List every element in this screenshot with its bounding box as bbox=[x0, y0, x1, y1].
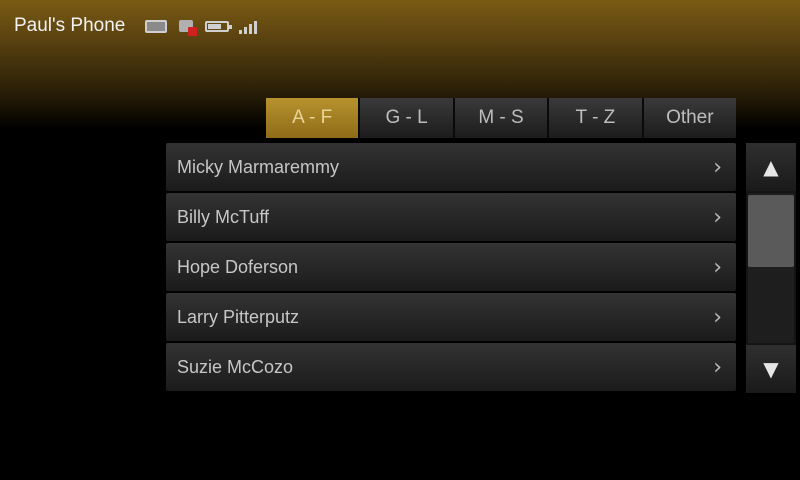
sms-icon bbox=[145, 16, 168, 36]
tab-g-l[interactable]: G - L bbox=[360, 98, 455, 138]
contact-row[interactable]: Billy McTuff › bbox=[166, 193, 736, 241]
contact-row[interactable]: Suzie McCozo › bbox=[166, 343, 736, 391]
phone-name: Paul's Phone bbox=[14, 15, 126, 36]
contact-row[interactable]: Hope Doferson › bbox=[166, 243, 736, 291]
chevron-right-icon: › bbox=[713, 304, 722, 330]
tab-other[interactable]: Other bbox=[643, 98, 737, 138]
tab-m-s[interactable]: M - S bbox=[454, 98, 550, 138]
scroll-up-button[interactable]: ▲ bbox=[746, 143, 796, 191]
chevron-right-icon: › bbox=[713, 204, 722, 230]
contact-list: Micky Marmaremmy › Billy McTuff › Hope D… bbox=[166, 143, 736, 393]
chevron-right-icon: › bbox=[713, 354, 722, 380]
contact-row[interactable]: Larry Pitterputz › bbox=[166, 293, 736, 341]
contact-name: Larry Pitterputz bbox=[177, 306, 300, 327]
signal-bar bbox=[254, 21, 258, 34]
signal-bar bbox=[244, 27, 248, 34]
contact-name: Suzie McCozo bbox=[177, 356, 294, 377]
tab-a-f[interactable]: A - F bbox=[266, 98, 361, 138]
voicemail-icon bbox=[177, 16, 198, 36]
contact-name: Billy McTuff bbox=[177, 206, 270, 227]
signal-icon bbox=[239, 16, 258, 36]
signal-bar bbox=[239, 30, 243, 34]
chevron-right-icon: › bbox=[713, 254, 722, 280]
contact-name: Micky Marmaremmy bbox=[177, 156, 339, 177]
scrollbar[interactable]: ▲ ▼ bbox=[746, 143, 796, 393]
signal-bar bbox=[249, 24, 253, 34]
chevron-right-icon: › bbox=[713, 154, 722, 180]
battery-icon bbox=[205, 16, 233, 36]
contact-row[interactable]: Micky Marmaremmy › bbox=[166, 143, 736, 191]
tab-t-z[interactable]: T - Z bbox=[549, 98, 644, 138]
scroll-down-button[interactable]: ▼ bbox=[746, 345, 796, 393]
contact-name: Hope Doferson bbox=[177, 256, 299, 277]
alphabet-tabs: A - F G - L M - S T - Z Other bbox=[266, 98, 737, 138]
status-bar: Paul's Phone bbox=[14, 12, 258, 40]
scroll-thumb[interactable] bbox=[748, 195, 794, 267]
